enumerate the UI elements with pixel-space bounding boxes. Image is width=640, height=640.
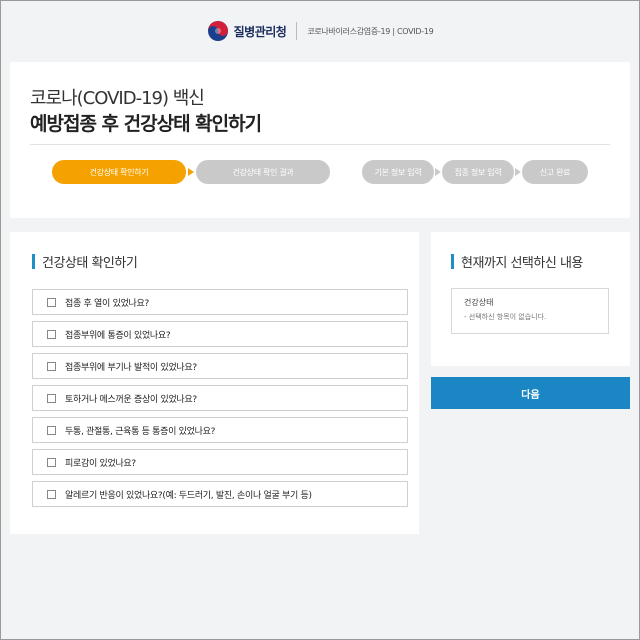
symptom-label: 접종 후 열이 있었나요? bbox=[65, 298, 149, 309]
health-checklist-card: 건강상태 확인하기 접종 후 열이 있었나요? 접종부위에 통증이 있었나요? … bbox=[10, 232, 419, 534]
symptom-label: 알레르기 반응이 있었나요?(예: 두드러기, 발진, 손이나 얼굴 부기 등) bbox=[65, 490, 312, 501]
page-title-line1: 코로나(COVID-19) 백신 bbox=[30, 88, 205, 109]
title-accent-bar bbox=[451, 254, 454, 269]
symptom-allergy-option[interactable]: 알레르기 반응이 있었나요?(예: 두드러기, 발진, 손이나 얼굴 부기 등) bbox=[32, 481, 408, 507]
agency-name: 질병관리청 bbox=[233, 24, 287, 39]
summary-title: 현재까지 선택하신 내용 bbox=[451, 252, 583, 271]
selection-summary-card: 현재까지 선택하신 내용 건강상태 - 선택하신 항목이 없습니다. bbox=[431, 232, 630, 366]
symptom-nausea-option[interactable]: 토하거나 메스꺼운 증상이 있었나요? bbox=[32, 385, 408, 411]
page-title-line2: 예방접종 후 건강상태 확인하기 bbox=[30, 113, 262, 135]
step-health-result: 건강상태 확인 결과 bbox=[196, 160, 330, 184]
step-arrow-icon bbox=[188, 168, 194, 176]
summary-empty-text: - 선택하신 항목이 없습니다. bbox=[464, 313, 547, 321]
symptom-label: 접종부위에 부기나 발적이 있었나요? bbox=[65, 362, 197, 373]
symptom-label: 토하거나 메스꺼운 증상이 있었나요? bbox=[65, 394, 197, 405]
step-arrow-icon bbox=[435, 168, 441, 176]
title-accent-bar bbox=[32, 254, 35, 269]
checkbox-icon[interactable] bbox=[47, 489, 56, 499]
step-report-complete: 신고 완료 bbox=[522, 160, 588, 184]
title-card: 코로나(COVID-19) 백신 예방접종 후 건강상태 확인하기 건강상태 확… bbox=[10, 62, 630, 218]
symptom-injection-pain-option[interactable]: 접종부위에 통증이 있었나요? bbox=[32, 321, 408, 347]
step-basic-info: 기본 정보 입력 bbox=[362, 160, 434, 184]
symptom-label: 접종부위에 통증이 있었나요? bbox=[65, 330, 171, 341]
checklist-title: 건강상태 확인하기 bbox=[32, 252, 138, 271]
site-header: 질병관리청 코로나바이러스감염증-19 | COVID-19 bbox=[0, 0, 640, 62]
step-vaccination-info: 접종 정보 입력 bbox=[442, 160, 514, 184]
summary-box: 건강상태 - 선택하신 항목이 없습니다. bbox=[451, 288, 609, 334]
next-button[interactable]: 다음 bbox=[431, 377, 630, 409]
checkbox-icon[interactable] bbox=[47, 361, 56, 371]
checklist-title-text: 건강상태 확인하기 bbox=[42, 256, 138, 271]
symptom-label: 피로감이 있었나요? bbox=[65, 458, 136, 469]
checkbox-icon[interactable] bbox=[47, 425, 56, 435]
header-divider bbox=[296, 22, 298, 40]
taegeuk-emblem-icon bbox=[207, 21, 228, 41]
symptom-fatigue-option[interactable]: 피로감이 있었나요? bbox=[32, 449, 408, 475]
step-arrow-icon bbox=[515, 168, 521, 176]
title-divider bbox=[30, 144, 610, 145]
step-health-check: 건강상태 확인하기 bbox=[52, 160, 186, 184]
symptom-fever-option[interactable]: 접종 후 열이 있었나요? bbox=[32, 289, 408, 315]
symptom-body-pain-option[interactable]: 두통, 관절통, 근육통 등 통증이 있었나요? bbox=[32, 417, 408, 443]
checkbox-icon[interactable] bbox=[47, 329, 56, 339]
header-subtitle: 코로나바이러스감염증-19 | COVID-19 bbox=[307, 26, 434, 36]
symptom-swelling-option[interactable]: 접종부위에 부기나 발적이 있었나요? bbox=[32, 353, 408, 379]
summary-section-label: 건강상태 bbox=[464, 298, 494, 307]
checkbox-icon[interactable] bbox=[47, 393, 56, 403]
summary-title-text: 현재까지 선택하신 내용 bbox=[461, 256, 583, 271]
symptom-label: 두통, 관절통, 근육통 등 통증이 있었나요? bbox=[65, 426, 216, 437]
checkbox-icon[interactable] bbox=[47, 297, 56, 307]
agency-logo[interactable]: 질병관리청 bbox=[207, 20, 287, 42]
checkbox-icon[interactable] bbox=[47, 457, 56, 467]
